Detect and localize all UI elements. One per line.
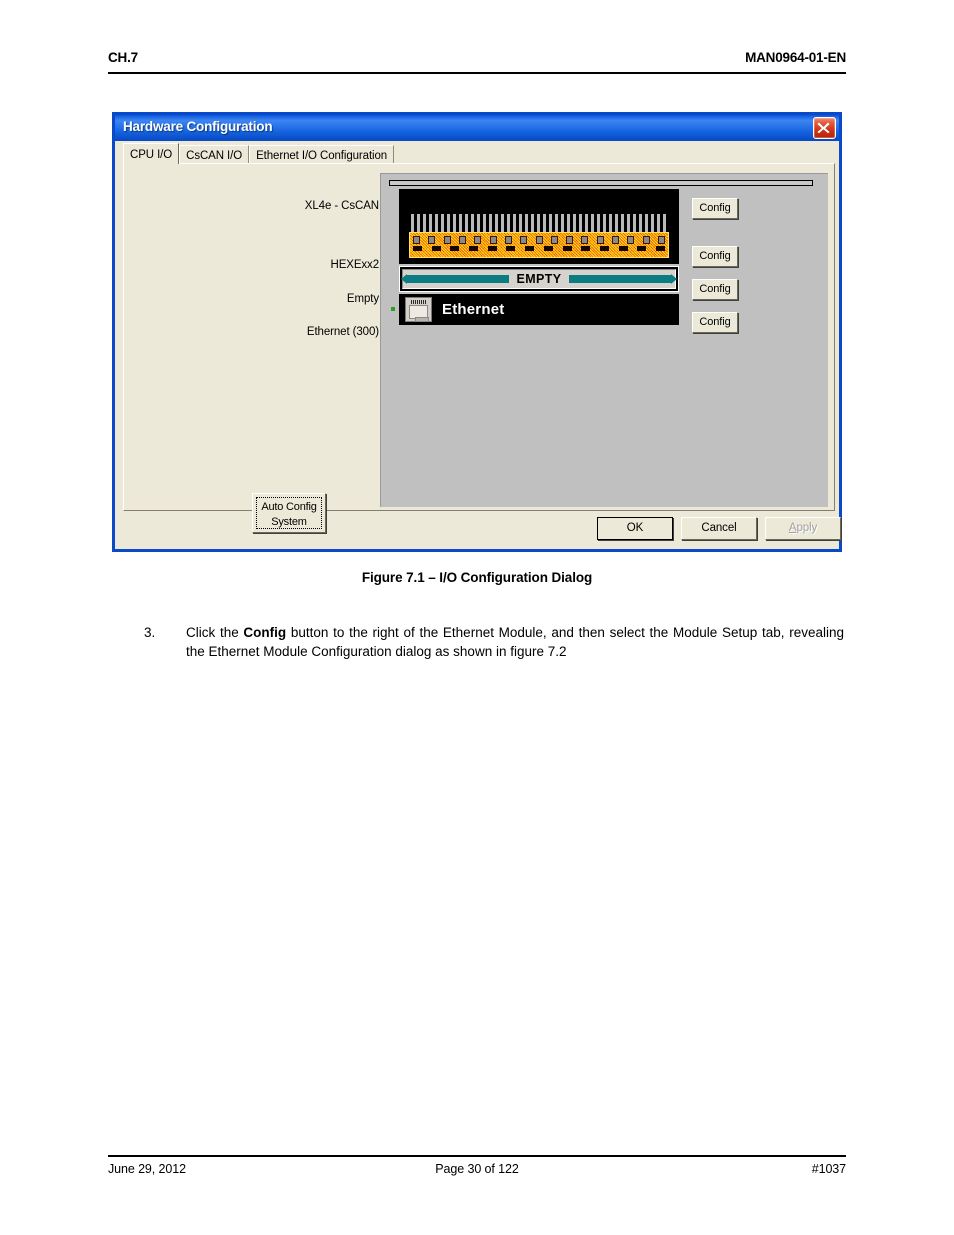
cancel-button[interactable]: Cancel [681,517,757,540]
empty-arrow-right-icon [568,274,678,284]
empty-slot-label: EMPTY [516,272,562,286]
config-button-xl4e-cscan[interactable]: Config [692,198,738,219]
slot-label-hexexx2: HEXExx2 [330,259,379,271]
footer-date: June 29, 2012 [108,1162,186,1176]
footer-page-number: Page 30 of 122 [435,1162,519,1176]
tab-ethernet-io-configuration[interactable]: Ethernet I/O Configuration [249,145,395,163]
hardware-configuration-dialog: Hardware Configuration CPU I/O CsCAN I/O… [112,112,842,552]
config-button-hexexx2[interactable]: Config [692,246,738,267]
rack-panel: EMPTY Ethernet Config Config Config Conf… [380,173,828,507]
terminal-block-icon [409,232,669,258]
slot-label-xl4e-cscan: XL4e - CsCAN [304,200,379,212]
dialog-button-bar: OK Cancel Apply [115,517,841,547]
tab-cscan-io-label: CsCAN I/O [186,150,243,162]
ethernet-module-label: Ethernet [442,301,505,318]
slot-label-column: XL4e - CsCAN HEXExx2 Empty Ethernet (300… [134,164,379,510]
status-led-icon [391,307,395,311]
terminal-screw-row-bottom [413,246,665,254]
module-stack-graphic: EMPTY Ethernet [391,189,679,325]
page-header: CH.7 MAN0964-01-EN [108,50,846,74]
apply-rest: pply [796,522,818,534]
tab-cpu-io[interactable]: CPU I/O [123,143,180,164]
config-button-empty[interactable]: Config [692,279,738,300]
step-number: 3. [144,625,156,640]
tab-cscan-io[interactable]: CsCAN I/O [179,145,250,163]
dialog-titlebar[interactable]: Hardware Configuration [115,115,839,141]
footer-doc-id: #1037 [811,1162,846,1176]
rj45-jack-icon [405,297,432,322]
step-text: Click the Config button to the right of … [186,623,844,661]
close-icon[interactable] [813,117,836,139]
apply-button: Apply [765,517,841,540]
header-manual-id: MAN0964-01-EN [745,50,846,65]
module-cpu-xl4e [399,189,679,264]
figure-caption: Figure 7.1 – I/O Configuration Dialog [361,570,593,585]
tab-strip: CPU I/O CsCAN I/O Ethernet I/O Configura… [123,143,395,165]
module-empty-slot: EMPTY [399,266,679,292]
step-text-bold: Config [243,625,287,640]
tab-cpu-io-label: CPU I/O [130,149,173,161]
slot-label-ethernet-300: Ethernet (300) [306,326,379,338]
ok-button[interactable]: OK [597,517,673,540]
rack-rail [389,180,813,186]
empty-slot-inner: EMPTY [400,269,678,289]
module-ethernet: Ethernet [391,294,679,325]
dialog-title: Hardware Configuration [123,119,273,134]
header-chapter: CH.7 [108,50,138,65]
page-footer: Page 30 of 122 June 29, 2012 #1037 [108,1155,846,1181]
terminal-screw-row-top [413,236,665,244]
cpu-io-tab-page: XL4e - CsCAN HEXExx2 Empty Ethernet (300… [123,163,835,533]
tab-ethernet-io-configuration-label: Ethernet I/O Configuration [256,150,388,162]
auto-config-line-1: Auto Config [261,501,317,513]
config-button-ethernet-300[interactable]: Config [692,312,738,333]
empty-arrow-left-icon [400,274,510,284]
slot-label-empty: Empty [346,293,379,305]
step-text-part-1: Click the [186,625,244,640]
